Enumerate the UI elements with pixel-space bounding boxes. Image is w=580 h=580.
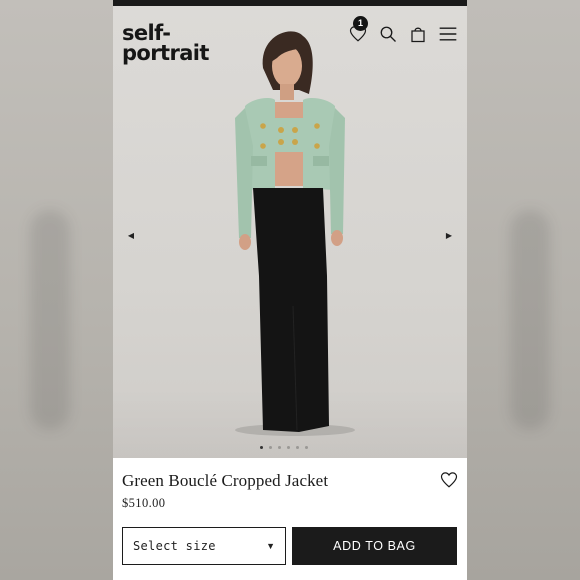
gallery-dot[interactable] xyxy=(305,446,308,449)
menu-button[interactable] xyxy=(437,23,459,45)
bag-button[interactable] xyxy=(407,23,429,45)
add-to-wishlist-button[interactable] xyxy=(440,471,458,489)
product-page: self- portrait 1 ◀ ▶ Green Bouclé Croppe… xyxy=(113,0,467,580)
search-button[interactable] xyxy=(377,23,399,45)
size-select[interactable]: Select size ▼ xyxy=(122,527,286,565)
size-select-label: Select size xyxy=(133,539,216,553)
gallery-dot[interactable] xyxy=(260,446,263,449)
background-blur-right xyxy=(467,0,580,580)
wishlist-count-badge: 1 xyxy=(353,16,368,31)
caret-down-icon: ▼ xyxy=(266,541,275,551)
arrow-left-icon: ◀ xyxy=(127,230,135,240)
gallery-pagination xyxy=(260,446,308,449)
gallery-dot[interactable] xyxy=(269,446,272,449)
gallery-prev-button[interactable]: ◀ xyxy=(124,228,138,242)
gallery-dot[interactable] xyxy=(278,446,281,449)
bag-icon xyxy=(411,27,425,43)
brand-logo[interactable]: self- portrait xyxy=(122,23,209,64)
menu-icon xyxy=(439,27,457,41)
product-title: Green Bouclé Cropped Jacket xyxy=(122,471,329,490)
product-info: Green Bouclé Cropped Jacket $510.00 Sele… xyxy=(113,458,467,580)
arrow-right-icon: ▶ xyxy=(445,230,453,240)
header-icons: 1 xyxy=(347,16,459,45)
gallery-dot[interactable] xyxy=(287,446,290,449)
product-image-gallery[interactable]: self- portrait 1 ◀ ▶ xyxy=(113,6,467,458)
heart-icon xyxy=(440,472,458,488)
background-blur-left xyxy=(0,0,113,580)
wishlist-button[interactable]: 1 xyxy=(347,16,369,45)
gallery-next-button[interactable]: ▶ xyxy=(442,228,456,242)
add-to-bag-button[interactable]: ADD TO BAG xyxy=(292,527,457,565)
search-icon xyxy=(380,26,396,42)
gallery-dot[interactable] xyxy=(296,446,299,449)
product-price: $510.00 xyxy=(122,496,166,510)
